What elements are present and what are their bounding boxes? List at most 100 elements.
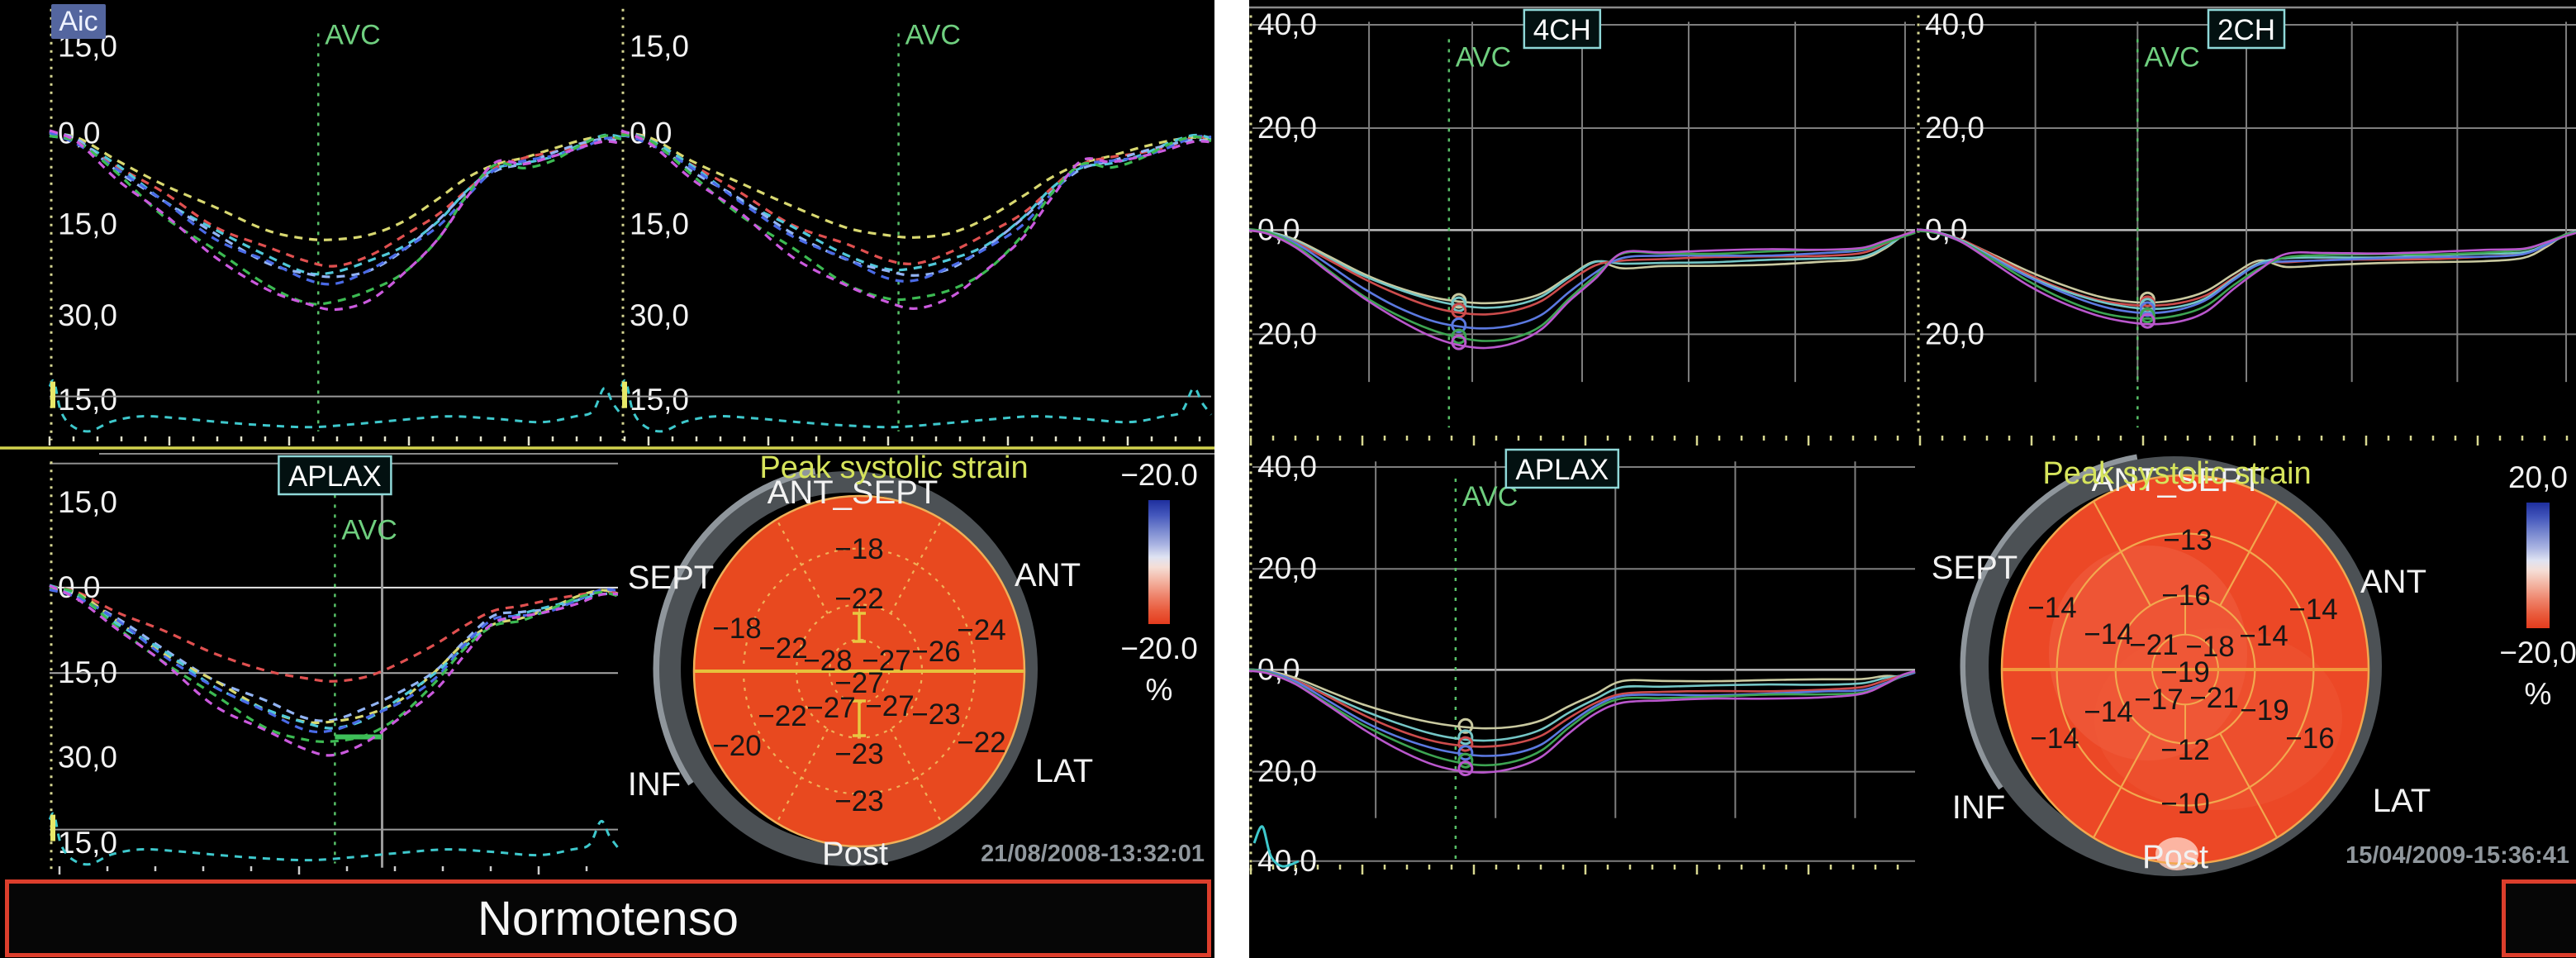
segment-value: −16 <box>2285 722 2334 755</box>
y-axis-label: 20,0 <box>1257 755 1317 789</box>
ecg-trace <box>50 813 618 865</box>
y-axis-label: 30,0 <box>58 298 117 332</box>
y-axis-label: 20,0 <box>1257 551 1317 585</box>
segment-value: −16 <box>2161 579 2210 612</box>
y-axis-label: 15,0 <box>58 383 117 417</box>
right-bullseye-plot: −13−16−14−14−14−21−18−14−19−17−21−19−14−… <box>1932 456 2576 875</box>
avc-label: AVC <box>341 514 397 546</box>
time-axis-ruler <box>1251 865 1898 875</box>
y-axis-label: 20,0 <box>1257 111 1317 145</box>
segment-value: −22 <box>957 727 1005 759</box>
strain-colorbar <box>1148 500 1170 624</box>
avc-label: AVC <box>905 19 961 50</box>
right-aplax-chart: 40,020,00,020,040,0AVCAPLAX <box>1249 450 1915 876</box>
hypertensive-panel: 40,020,00,020,0AVC4CH40,020,00,020,0AVC2… <box>1249 0 2576 958</box>
ecg-trace <box>621 380 1211 431</box>
segment-value: −14 <box>2239 620 2288 652</box>
hypertensive-caption: Hipertenso <box>2502 879 2576 957</box>
y-axis-label: 15,0 <box>58 485 117 519</box>
view-label: APLAX <box>288 460 382 493</box>
segment-value: −27 <box>806 692 855 724</box>
left-aplax-chart: 15,00,015,030,015,0AVCAPLAX <box>50 456 618 872</box>
bullseye-title: Peak systolic strain <box>2042 456 2311 491</box>
colorbar-max-label: 20,0 <box>2508 460 2568 494</box>
segment-value: −13 <box>2163 524 2212 556</box>
normotensive-panel: Aic 15,00,015,030,015,0AVC15,00,015,030,… <box>0 0 1214 958</box>
acquisition-timestamp: 21/08/2008-13:32:01 <box>981 841 1205 867</box>
strain-curve <box>1249 671 1915 773</box>
region-label: SEPT <box>1932 550 2018 586</box>
region-label: ANT <box>1015 557 1081 593</box>
bullseye-title: Peak systolic strain <box>759 450 1028 485</box>
ecg-trace <box>50 380 621 431</box>
region-label: ANT <box>2360 564 2426 600</box>
region-label: LAT <box>1035 753 1093 789</box>
region-label: INF <box>628 766 681 803</box>
segment-value: −23 <box>834 785 883 817</box>
strain-curve <box>50 131 621 266</box>
colorbar-unit-label: % <box>2525 677 2552 711</box>
y-axis-label: 40,0 <box>1925 7 1984 41</box>
strain-curve <box>1249 670 1915 746</box>
y-axis-label: 30,0 <box>58 741 117 775</box>
region-label: SEPT <box>628 560 714 596</box>
strain-curve <box>50 589 618 721</box>
strain-colorbar <box>2526 503 2550 628</box>
y-axis-label: 40,0 <box>1257 844 1317 876</box>
segment-value: −14 <box>2084 618 2132 651</box>
segment-value: −10 <box>2160 788 2209 820</box>
strain-curve <box>1249 670 1915 741</box>
y-axis-label: 30,0 <box>630 298 689 332</box>
colorbar-min-label: −20.0 <box>1120 632 1198 665</box>
segment-value: −14 <box>2084 696 2132 728</box>
strain-curve <box>1249 670 1915 756</box>
view-label: 2CH <box>2217 14 2275 46</box>
region-label: Post <box>822 836 888 872</box>
left-bullseye-plot: −18−22−18−24−22−28−27−26−27−27−27−22−23−… <box>628 450 1205 872</box>
left-strain-chart-2: 15,00,015,030,015,0AVC <box>621 9 1211 441</box>
left-strain-chart-1: 15,00,015,030,015,0AVC <box>50 9 621 441</box>
segment-value: −23 <box>834 738 883 770</box>
region-label: INF <box>1952 789 2005 826</box>
y-axis-label: 15,0 <box>58 655 117 689</box>
segment-value: −20 <box>712 730 761 762</box>
segment-value: −22 <box>758 632 807 665</box>
colorbar-unit-label: % <box>1146 673 1173 707</box>
segment-value: −26 <box>911 636 960 668</box>
time-axis-ruler <box>50 436 1200 446</box>
strain-curve <box>621 135 1211 269</box>
strain-curve <box>621 132 1211 237</box>
y-axis-label: 15,0 <box>58 826 117 860</box>
y-axis-label: 20,0 <box>1925 111 1984 145</box>
segment-value: −14 <box>2030 722 2079 755</box>
segment-value: −14 <box>2288 593 2337 626</box>
segment-value: −23 <box>911 698 960 731</box>
y-axis-label: 15,0 <box>630 29 689 63</box>
segment-value: −27 <box>865 690 914 722</box>
segment-value: −24 <box>957 614 1005 646</box>
y-axis-label: 40,0 <box>1257 450 1317 484</box>
segment-value: −12 <box>2160 734 2209 766</box>
segment-value: −22 <box>758 700 806 732</box>
segment-value: −18 <box>712 612 761 645</box>
strain-curve <box>50 131 621 310</box>
view-label: 4CH <box>1533 14 1591 46</box>
avc-label: AVC <box>2144 42 2199 74</box>
right-4ch-chart: 40,020,00,020,0AVC4CH <box>1249 7 1915 436</box>
segment-value: −19 <box>2240 694 2288 727</box>
segment-value: −21 <box>2189 682 2238 714</box>
view-label: APLAX <box>1515 454 1609 486</box>
segment-value: −17 <box>2134 684 2183 716</box>
colorbar-max-label: −20.0 <box>1120 458 1198 492</box>
strain-curve <box>50 133 621 240</box>
time-axis-ruler <box>1251 436 2567 446</box>
right-2ch-chart: 40,020,00,020,0AVC2CH <box>1917 7 2576 436</box>
segment-value: −14 <box>2027 592 2076 624</box>
colorbar-min-label: −20,0 <box>2499 636 2576 670</box>
view-tag-chip: Aic <box>51 4 106 39</box>
segment-value: −22 <box>834 583 883 615</box>
time-axis-ruler <box>59 866 587 875</box>
y-axis-label: 15,0 <box>630 207 689 241</box>
y-axis-label: 15,0 <box>630 383 689 417</box>
avc-label: AVC <box>1456 42 1511 74</box>
